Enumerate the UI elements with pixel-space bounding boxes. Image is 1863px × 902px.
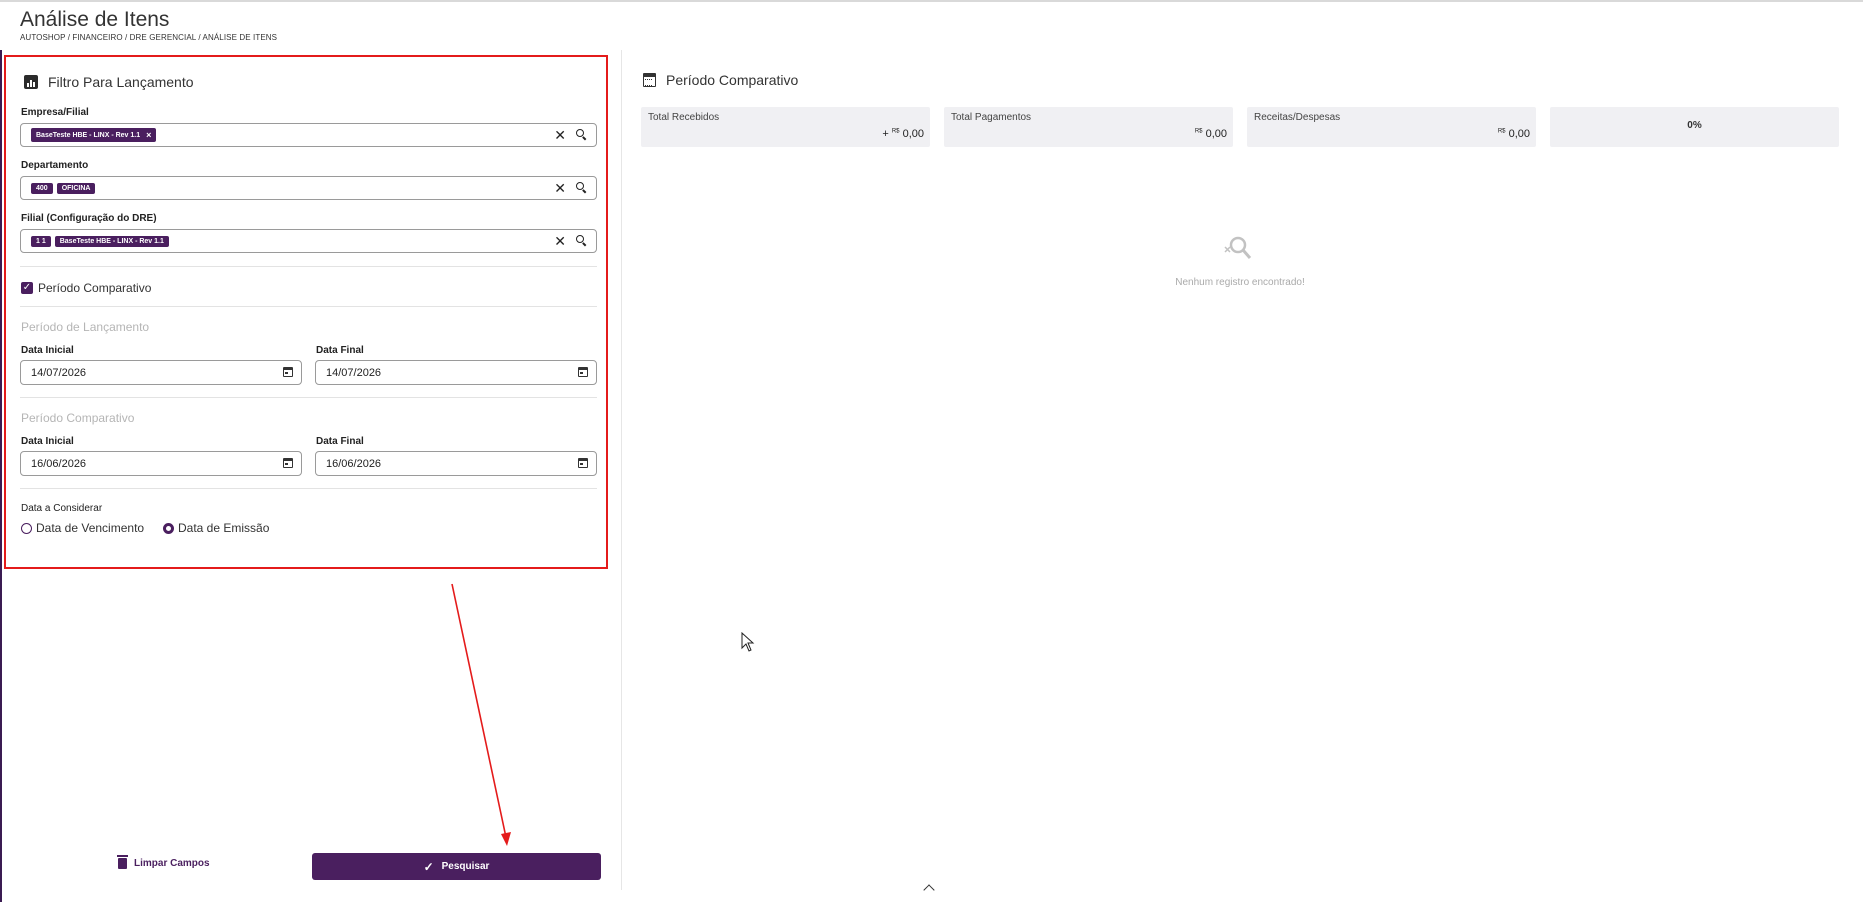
departamento-label: Departamento — [21, 160, 89, 171]
search-icon[interactable] — [576, 235, 588, 247]
data-inicial-label: Data Inicial — [21, 345, 74, 356]
panel-separator — [621, 50, 622, 890]
bar-chart-icon — [24, 75, 38, 89]
empty-message: Nenhum registro encontrado! — [1175, 277, 1305, 288]
radio-emissao-label[interactable]: Data de Emissão — [178, 521, 269, 535]
comparativo-data-final-input[interactable]: 16/06/2026 — [315, 451, 597, 476]
departamento-name-tag: OFICINA — [56, 182, 96, 194]
periodo-comparativo-heading: Período Comparativo — [21, 411, 135, 425]
search-icon[interactable] — [576, 129, 588, 141]
card-value: R$ 0,00 — [1194, 128, 1227, 140]
data-final-label: Data Final — [316, 345, 364, 356]
clear-icon[interactable]: ✕ — [554, 128, 566, 142]
departamento-field[interactable]: 400 OFICINA ✕ — [20, 176, 597, 200]
divider — [20, 488, 597, 489]
calendar-icon — [643, 73, 656, 87]
divider — [20, 306, 597, 307]
card-total-pagamentos: Total Pagamentos R$ 0,00 — [944, 107, 1233, 147]
annotation-arrow — [451, 583, 511, 846]
clear-fields-button[interactable]: Limpar Campos — [117, 855, 210, 869]
comparative-heading-label: Período Comparativo — [666, 72, 799, 88]
radio-vencimento[interactable] — [21, 523, 32, 534]
empresa-field[interactable]: BaseTeste HBE - LINX - Rev 1.1 × ✕ — [20, 123, 597, 147]
periodo-lancamento-heading: Período de Lançamento — [21, 320, 150, 334]
calendar-icon[interactable] — [578, 458, 588, 468]
clear-icon[interactable]: ✕ — [554, 181, 566, 195]
card-value: + R$ 0,00 — [882, 128, 924, 140]
mouse-cursor-icon — [741, 632, 755, 652]
card-percentage: 0% — [1550, 107, 1839, 147]
search-button-label: Pesquisar — [441, 861, 490, 872]
filter-heading: Filtro Para Lançamento — [24, 74, 194, 90]
comparative-heading: Período Comparativo — [643, 72, 798, 88]
filial-dre-field[interactable]: 1 1 BaseTeste HBE - LINX - Rev 1.1 ✕ — [20, 229, 597, 253]
card-total-recebidos: Total Recebidos + R$ 0,00 — [641, 107, 930, 147]
page-title: Análise de Itens — [20, 8, 170, 31]
date-value: 16/06/2026 — [31, 457, 87, 470]
data-inicial-label: Data Inicial — [21, 436, 74, 447]
filter-heading-label: Filtro Para Lançamento — [48, 74, 194, 90]
calendar-icon[interactable] — [283, 367, 293, 377]
periodo-comparativo-checkbox[interactable]: ✓ — [21, 282, 33, 294]
clear-icon[interactable]: ✕ — [554, 234, 566, 248]
date-value: 14/07/2026 — [326, 366, 382, 379]
remove-tag-icon[interactable]: × — [146, 130, 151, 140]
radio-vencimento-label[interactable]: Data de Vencimento — [36, 521, 144, 535]
empresa-tag: BaseTeste HBE - LINX - Rev 1.1 × — [31, 128, 157, 142]
data-final-label: Data Final — [316, 436, 364, 447]
card-title: Receitas/Despesas — [1254, 112, 1341, 123]
calendar-icon[interactable] — [283, 458, 293, 468]
departamento-code-tag: 400 — [31, 182, 53, 194]
chevron-up-icon[interactable] — [923, 884, 935, 896]
breadcrumb: AUTOSHOP / FINANCEIRO / DRE GERENCIAL / … — [20, 33, 278, 42]
trash-icon — [117, 855, 128, 869]
radio-emissao[interactable] — [163, 523, 174, 534]
top-divider — [0, 0, 1863, 2]
divider — [20, 266, 597, 267]
date-value: 14/07/2026 — [31, 366, 87, 379]
filial-dre-label: Filial (Configuração do DRE) — [21, 213, 157, 224]
filter-panel: Filtro Para Lançamento Empresa/Filial Ba… — [4, 55, 608, 569]
divider — [20, 397, 597, 398]
search-button[interactable]: ✓ Pesquisar — [312, 853, 601, 880]
search-icon[interactable] — [576, 182, 588, 194]
date-value: 16/06/2026 — [326, 457, 382, 470]
data-considerar-label: Data a Considerar — [21, 503, 103, 514]
comparativo-data-inicial-input[interactable]: 16/06/2026 — [20, 451, 302, 476]
card-receitas-despesas: Receitas/Despesas R$ 0,00 — [1247, 107, 1536, 147]
calendar-icon[interactable] — [578, 367, 588, 377]
filial-code-tag: 1 1 — [31, 235, 51, 247]
card-title: Total Recebidos — [648, 112, 720, 123]
search-empty-icon — [1224, 236, 1252, 259]
lancamento-data-inicial-input[interactable]: 14/07/2026 — [20, 360, 302, 385]
card-percentage-value: 0% — [1687, 120, 1702, 131]
lancamento-data-final-input[interactable]: 14/07/2026 — [315, 360, 597, 385]
card-title: Total Pagamentos — [951, 112, 1032, 123]
sidebar-edge — [0, 50, 2, 902]
periodo-comparativo-checkbox-label[interactable]: Período Comparativo — [38, 281, 151, 295]
empresa-label: Empresa/Filial — [21, 107, 89, 118]
check-icon: ✓ — [423, 859, 434, 874]
clear-fields-label: Limpar Campos — [134, 858, 210, 869]
card-value: R$ 0,00 — [1497, 128, 1530, 140]
filial-name-tag: BaseTeste HBE - LINX - Rev 1.1 — [54, 235, 169, 247]
